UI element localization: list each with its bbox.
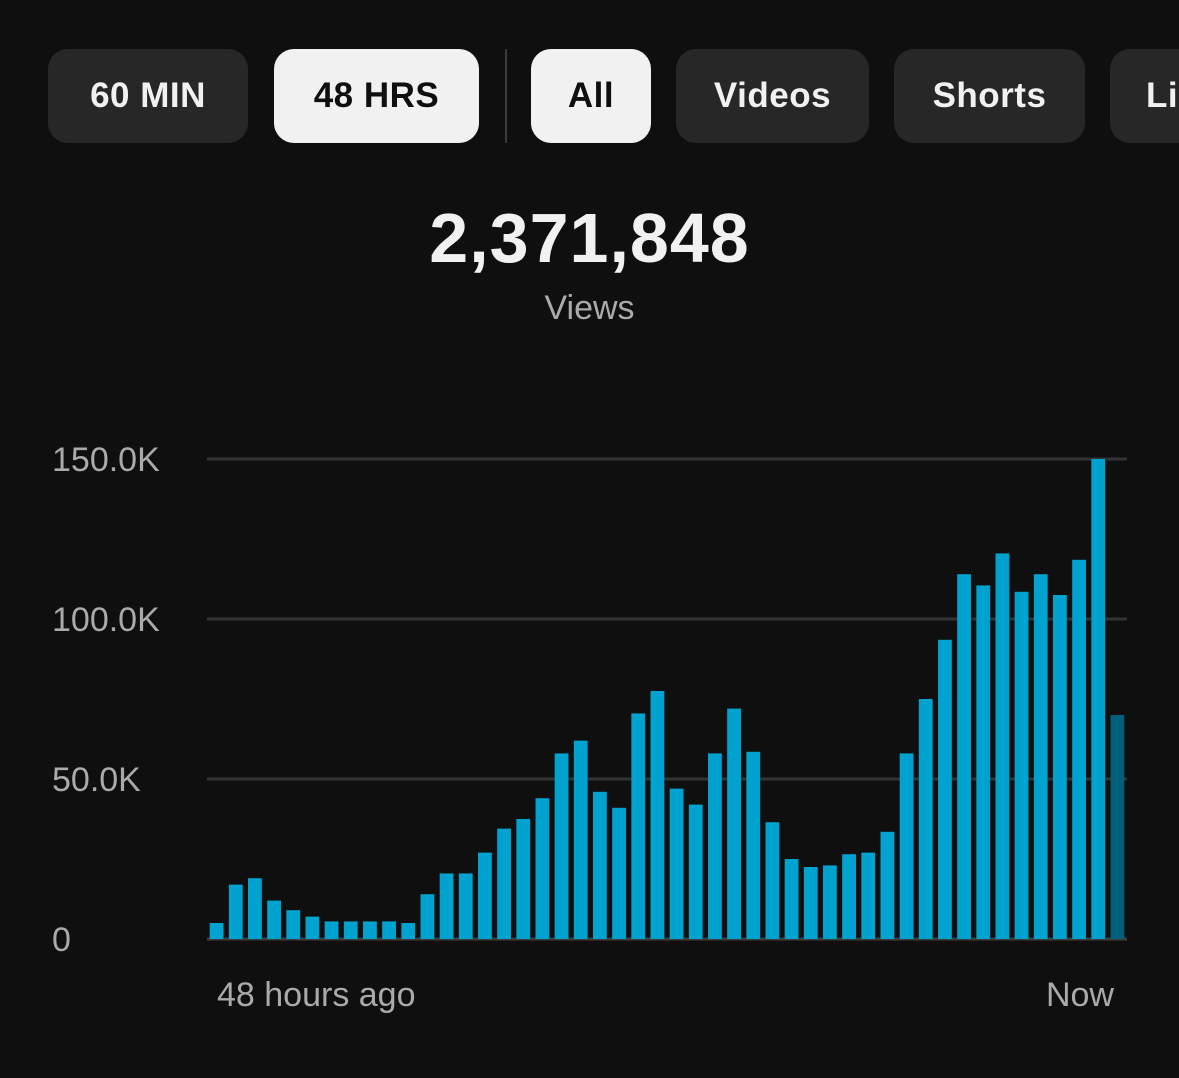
chart-bar[interactable] bbox=[478, 852, 492, 939]
chart-bar[interactable] bbox=[1033, 574, 1048, 939]
chart-bar[interactable] bbox=[823, 865, 837, 939]
chart-bar[interactable] bbox=[593, 791, 607, 939]
chart-bar[interactable] bbox=[248, 878, 262, 939]
chart-bar[interactable] bbox=[899, 753, 914, 939]
chart-bar[interactable] bbox=[401, 923, 416, 939]
chart-bar[interactable] bbox=[1091, 459, 1106, 939]
chart-bar[interactable] bbox=[880, 831, 895, 939]
chart-bar[interactable] bbox=[343, 921, 358, 939]
chart-bar[interactable] bbox=[803, 867, 818, 939]
chart-bar[interactable] bbox=[842, 854, 856, 939]
chart-bar[interactable] bbox=[631, 713, 646, 939]
chart-bar[interactable] bbox=[305, 916, 320, 939]
chart-bar[interactable] bbox=[976, 585, 991, 939]
chart-bar[interactable] bbox=[286, 910, 301, 939]
chart-bar[interactable] bbox=[861, 852, 876, 939]
chart-bar[interactable] bbox=[516, 819, 531, 939]
views-bar-chart: 0 50.0K 100.0K 150.0K bbox=[52, 441, 1127, 959]
chart-bar[interactable] bbox=[784, 859, 799, 939]
chart-bar[interactable] bbox=[1072, 559, 1086, 939]
x-axis-start-label: 48 hours ago bbox=[217, 976, 416, 1014]
chart-bar[interactable] bbox=[209, 923, 224, 939]
y-axis-tick-label: 150.0K bbox=[52, 441, 160, 479]
x-axis-end-label: Now bbox=[1045, 976, 1114, 1014]
chart-bar-current-partial[interactable] bbox=[1110, 715, 1125, 939]
chart-bar[interactable] bbox=[458, 873, 473, 939]
chart-bar[interactable] bbox=[324, 921, 339, 939]
chart-bar[interactable] bbox=[995, 553, 1010, 939]
chart-bar[interactable] bbox=[746, 751, 761, 939]
chart-bar[interactable] bbox=[382, 921, 396, 939]
chart-bar[interactable] bbox=[727, 708, 741, 939]
y-axis-tick-label: 0 bbox=[52, 921, 71, 959]
y-axis-tick-label: 50.0K bbox=[52, 761, 141, 799]
chart-bar[interactable] bbox=[228, 884, 243, 939]
chart-bar[interactable] bbox=[765, 822, 780, 939]
chart-bar[interactable] bbox=[708, 753, 722, 939]
chart-bar[interactable] bbox=[420, 894, 435, 939]
chart-bar[interactable] bbox=[1014, 591, 1029, 939]
chart-bar[interactable] bbox=[650, 691, 665, 939]
chart-bar[interactable] bbox=[938, 639, 952, 939]
chart-bar[interactable] bbox=[554, 753, 569, 939]
chart-bar[interactable] bbox=[957, 574, 971, 939]
chart-bar[interactable] bbox=[363, 921, 377, 939]
chart-bar[interactable] bbox=[612, 807, 626, 939]
chart-bar[interactable] bbox=[439, 873, 454, 939]
chart-bar[interactable] bbox=[497, 828, 511, 939]
chart-bar[interactable] bbox=[573, 740, 588, 939]
chart-bar[interactable] bbox=[669, 788, 684, 939]
y-axis-tick-label: 100.0K bbox=[52, 601, 160, 639]
chart-bar[interactable] bbox=[267, 900, 281, 939]
chart-bar[interactable] bbox=[535, 798, 550, 939]
chart-bar[interactable] bbox=[688, 804, 703, 939]
chart-bar[interactable] bbox=[1053, 595, 1067, 939]
analytics-realtime-page: 60 MIN 48 HRS All Videos Shorts Li 2,371… bbox=[0, 0, 1179, 1078]
chart-bar[interactable] bbox=[918, 699, 933, 939]
